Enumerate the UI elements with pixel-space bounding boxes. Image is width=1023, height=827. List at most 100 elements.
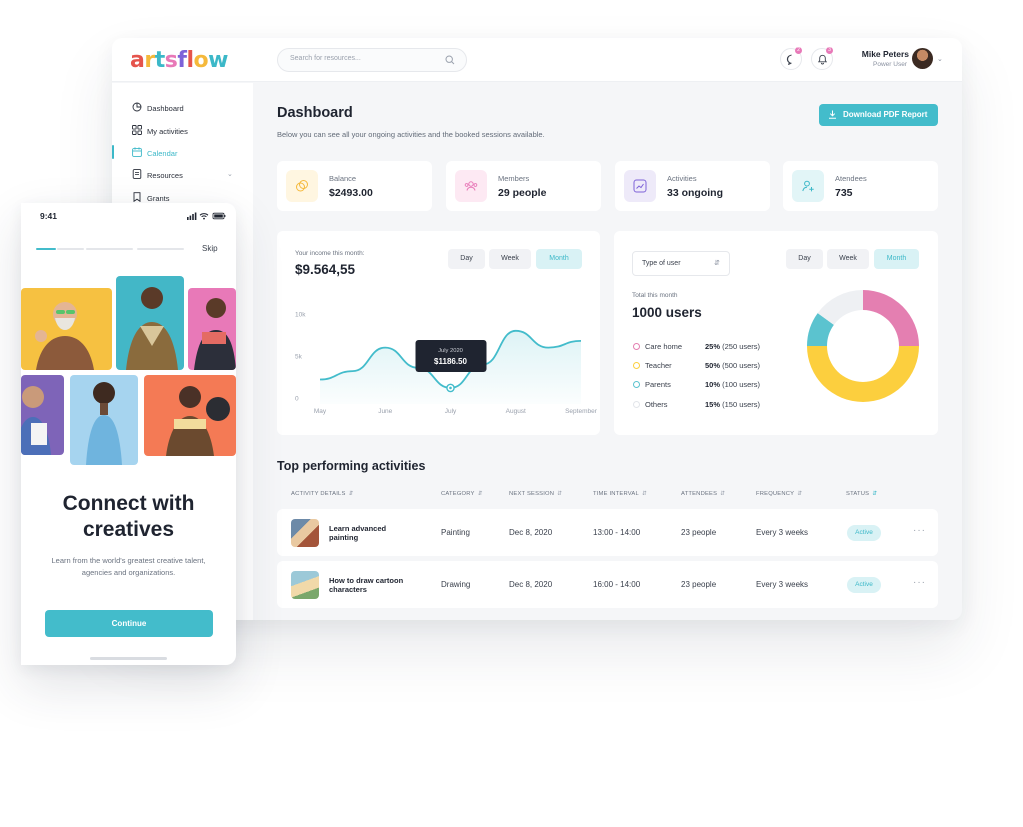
sort-icon: ⇵ bbox=[720, 491, 726, 497]
mobile-onboarding-screen: 9:41 Skip Connect with creatives Learn f… bbox=[21, 203, 236, 665]
download-pdf-label: Download PDF Report bbox=[843, 110, 928, 119]
continue-button[interactable]: Continue bbox=[45, 610, 213, 637]
top-bar: artsflow Search for resources... 2 3 Mik… bbox=[112, 38, 962, 82]
onboarding-subtitle: Learn from the world's greatest creative… bbox=[51, 556, 206, 577]
activity-category: Painting bbox=[441, 528, 470, 537]
donut-slice-care-home bbox=[863, 290, 919, 346]
user-avatar[interactable] bbox=[912, 48, 933, 69]
notifications-button[interactable]: 3 bbox=[811, 47, 833, 70]
activity-time-interval: 16:00 - 14:00 bbox=[593, 580, 641, 589]
activity-category: Drawing bbox=[441, 580, 471, 589]
column-header-frequency[interactable]: FREQUENCY ⇵ bbox=[756, 491, 802, 497]
document-icon bbox=[132, 169, 142, 179]
creative-photo-1 bbox=[21, 288, 112, 370]
calendar-icon bbox=[132, 147, 142, 157]
sidebar-item-label: My activities bbox=[147, 127, 188, 136]
messages-badge: 2 bbox=[795, 47, 802, 54]
onboarding-progress-step-1 bbox=[57, 248, 84, 250]
desktop-dashboard-window: artsflow Search for resources... 2 3 Mik… bbox=[112, 38, 962, 620]
onboarding-progress-done bbox=[36, 248, 56, 250]
chevron-down-icon[interactable]: ⌄ bbox=[937, 55, 943, 63]
activity-thumbnail bbox=[291, 571, 319, 599]
income-line-chart: 10k 5k 0 May June July August September July 202… bbox=[295, 312, 598, 416]
messages-button[interactable]: 2 bbox=[780, 47, 802, 70]
table-header: ACTIVITY DETAILS ⇵ CATEGORY ⇵ NEXT SESSION… bbox=[277, 489, 938, 501]
activity-frequency: Every 3 weeks bbox=[756, 580, 809, 589]
activity-next-session: Dec 8, 2020 bbox=[509, 580, 553, 589]
user-plus-icon bbox=[792, 170, 824, 202]
stat-card-members[interactable]: Members 29 people bbox=[446, 161, 601, 211]
logo-letter: t bbox=[154, 48, 166, 73]
logo-letter: r bbox=[144, 48, 155, 73]
y-tick-label: 10k bbox=[295, 312, 306, 319]
tooltip-date: July 2020 bbox=[438, 348, 463, 354]
skip-button[interactable]: Skip bbox=[202, 244, 218, 253]
sort-icon: ⇵ bbox=[477, 491, 483, 497]
column-label: ACTIVITY DETAILS bbox=[291, 491, 346, 497]
main-content: Dashboard Below you can see all your ong… bbox=[253, 83, 962, 620]
group-icon bbox=[455, 170, 487, 202]
column-header-category[interactable]: CATEGORY ⇵ bbox=[441, 491, 483, 497]
activity-icon bbox=[624, 170, 656, 202]
column-header-activity[interactable]: ACTIVITY DETAILS ⇵ bbox=[291, 491, 354, 497]
activities-title: Top performing activities bbox=[277, 459, 426, 473]
table-row[interactable]: How to draw cartoon characters Drawing D… bbox=[277, 561, 938, 608]
stat-card-activities[interactable]: Activities 33 ongoing bbox=[615, 161, 770, 211]
column-header-next-session[interactable]: NEXT SESSION ⇵ bbox=[509, 491, 562, 497]
sidebar-item-label: Resources bbox=[147, 171, 183, 180]
x-tick-label: June bbox=[378, 408, 392, 415]
column-header-status[interactable]: STATUS ⇵ bbox=[846, 491, 877, 497]
home-indicator bbox=[90, 657, 167, 660]
search-icon bbox=[445, 55, 455, 65]
user-name[interactable]: Mike Peters bbox=[849, 49, 909, 59]
creative-photo-4 bbox=[21, 375, 64, 455]
status-badge: Active bbox=[847, 577, 881, 593]
stat-card-balance[interactable]: Balance $2493.00 bbox=[277, 161, 432, 211]
logo-letter: o bbox=[193, 48, 209, 73]
stat-label: Activities bbox=[667, 174, 697, 183]
onboarding-progress-step-2 bbox=[86, 248, 133, 250]
column-label: TIME INTERVAL bbox=[593, 491, 639, 497]
sort-icon: ⇵ bbox=[557, 491, 563, 497]
sidebar-item-dashboard[interactable]: Dashboard bbox=[112, 99, 253, 117]
stat-value: 735 bbox=[835, 187, 853, 199]
column-label: ATTENDEES bbox=[681, 491, 718, 497]
search-placeholder: Search for resources... bbox=[290, 55, 361, 62]
coins-icon bbox=[286, 170, 318, 202]
download-icon bbox=[829, 110, 836, 119]
stat-label: Atendees bbox=[835, 174, 867, 183]
y-tick-label: 0 bbox=[295, 396, 299, 403]
status-bar-icons bbox=[187, 212, 226, 220]
column-label: CATEGORY bbox=[441, 491, 475, 497]
onboarding-title: Connect with creatives bbox=[21, 491, 236, 543]
artsflow-logo[interactable]: artsflow bbox=[130, 47, 228, 73]
sidebar-item-my-activities[interactable]: My activities bbox=[112, 122, 253, 140]
grid-icon bbox=[132, 125, 142, 135]
x-tick-label: September bbox=[565, 408, 598, 415]
creative-photo-3 bbox=[188, 288, 236, 370]
table-row[interactable]: Learn advanced painting Painting Dec 8, … bbox=[277, 509, 938, 556]
activity-time-interval: 13:00 - 14:00 bbox=[593, 528, 641, 537]
more-options-icon[interactable]: ··· bbox=[913, 577, 926, 588]
sort-icon: ⇵ bbox=[348, 491, 354, 497]
column-header-attendees[interactable]: ATTENDEES ⇵ bbox=[681, 491, 725, 497]
bookmark-icon bbox=[133, 192, 141, 202]
column-label: FREQUENCY bbox=[756, 491, 795, 497]
activity-frequency: Every 3 weeks bbox=[756, 528, 809, 537]
column-header-time-interval[interactable]: TIME INTERVAL ⇵ bbox=[593, 491, 647, 497]
more-options-icon[interactable]: ··· bbox=[913, 525, 926, 536]
status-bar-time: 9:41 bbox=[40, 211, 58, 221]
chat-bubble-icon bbox=[786, 54, 792, 65]
stat-card-atendees[interactable]: Atendees 735 bbox=[783, 161, 938, 211]
users-donut-chart bbox=[807, 290, 919, 402]
creative-photo-5 bbox=[70, 375, 138, 465]
activity-attendees: 23 people bbox=[681, 528, 717, 537]
user-role: Power User bbox=[873, 61, 907, 68]
activity-next-session: Dec 8, 2020 bbox=[509, 528, 553, 537]
sidebar-item-resources[interactable]: Resources ⌄ bbox=[112, 166, 253, 184]
sidebar-item-calendar[interactable]: Calendar bbox=[112, 144, 253, 162]
page-subtitle: Below you can see all your ongoing activ… bbox=[277, 130, 545, 139]
download-pdf-button[interactable]: Download PDF Report bbox=[819, 104, 938, 126]
search-input[interactable]: Search for resources... bbox=[277, 48, 467, 72]
dashboard-icon bbox=[132, 102, 142, 112]
